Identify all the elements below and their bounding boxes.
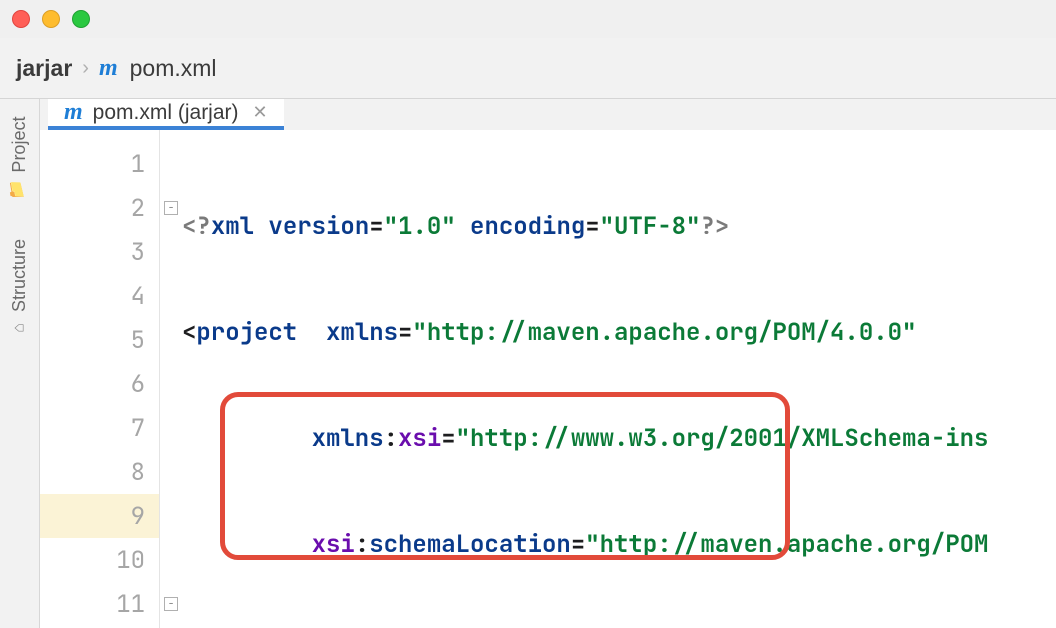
workarea: 📁 Project ⌂ Structure m pom.xml (jarjar)…: [0, 99, 1056, 628]
line-number[interactable]: 9: [40, 494, 159, 538]
code-content[interactable]: <?xml version="1.0" encoding="UTF-8"?> <…: [182, 130, 1056, 628]
structure-icon: ⌂: [11, 319, 28, 337]
tool-window-structure[interactable]: ⌂ Structure: [9, 239, 30, 337]
code-line: <project xmlns="http://maven.apache.org/…: [182, 310, 1056, 354]
code-editor[interactable]: 1 2 3 4 5 6 7 8 9 10 11 −: [40, 130, 1056, 628]
tool-window-project-label: Project: [9, 117, 30, 173]
line-number[interactable]: 5: [40, 318, 159, 362]
tool-strip: 📁 Project ⌂ Structure: [0, 99, 40, 628]
editor-tab-active[interactable]: m pom.xml (jarjar) ✕: [48, 99, 284, 130]
window-zoom-button[interactable]: [72, 10, 90, 28]
line-number[interactable]: 4: [40, 274, 159, 318]
editor-tabbar: m pom.xml (jarjar) ✕: [40, 99, 1056, 130]
code-line: <?xml version="1.0" encoding="UTF-8"?>: [182, 204, 1056, 248]
line-number[interactable]: 6: [40, 362, 159, 406]
window-close-button[interactable]: [12, 10, 30, 28]
line-number[interactable]: 8: [40, 450, 159, 494]
folder-icon: 📁: [10, 181, 30, 200]
window-minimize-button[interactable]: [42, 10, 60, 28]
maven-file-icon: m: [99, 55, 118, 82]
close-icon[interactable]: ✕: [253, 102, 268, 123]
line-number[interactable]: 2: [40, 186, 159, 230]
code-line: xsi:schemaLocation="http://maven.apache.…: [182, 522, 1056, 566]
line-number[interactable]: 1: [40, 142, 159, 186]
editor-area: m pom.xml (jarjar) ✕ 1 2 3 4 5 6 7 8 9 1…: [40, 99, 1056, 628]
editor-tab-label: pom.xml (jarjar): [93, 101, 239, 125]
breadcrumb: jarjar › m pom.xml: [0, 38, 1056, 98]
gutter: 1 2 3 4 5 6 7 8 9 10 11: [40, 130, 160, 628]
line-number[interactable]: 3: [40, 230, 159, 274]
titlebar: [0, 0, 1056, 38]
breadcrumb-file[interactable]: pom.xml: [130, 55, 217, 82]
fold-marker-icon[interactable]: −: [164, 597, 178, 611]
line-number[interactable]: 10: [40, 538, 159, 582]
line-number[interactable]: 11: [40, 582, 159, 626]
maven-file-icon: m: [64, 99, 83, 126]
breadcrumb-root[interactable]: jarjar: [16, 55, 72, 82]
tool-window-project[interactable]: 📁 Project: [9, 117, 30, 201]
fold-column: − −: [160, 130, 182, 628]
chevron-right-icon: ›: [82, 57, 89, 80]
line-number[interactable]: 7: [40, 406, 159, 450]
tool-window-structure-label: Structure: [9, 239, 30, 312]
fold-marker-icon[interactable]: −: [164, 201, 178, 215]
code-line: xmlns:xsi="http://www.w3.org/2001/XMLSch…: [182, 416, 1056, 460]
